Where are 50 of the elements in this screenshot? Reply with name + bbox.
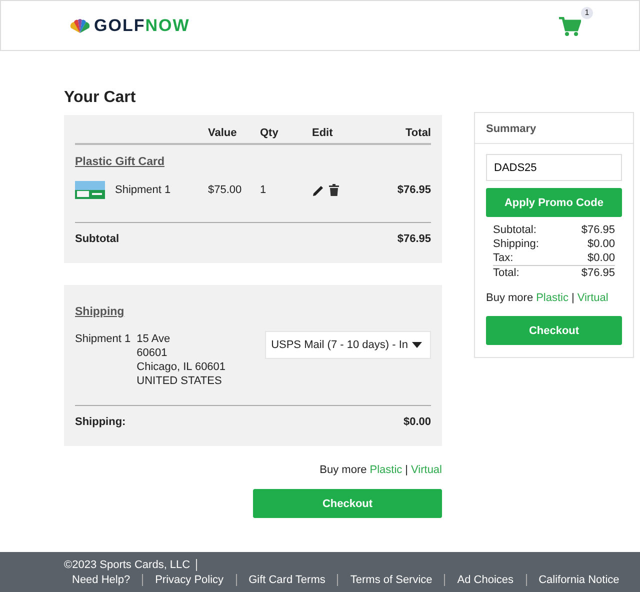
summary-label: Total: [493,266,520,280]
shopping-cart-icon[interactable] [559,17,581,37]
footer-link[interactable]: Terms of Service [338,574,446,586]
promo-code-field[interactable]: DADS25 [486,154,622,181]
address-line: 15 Ave [136,333,172,345]
item-qty: 1 [260,184,268,196]
item-total: $76.95 [396,184,431,196]
summary-label: Tax: [493,251,514,265]
footer-link[interactable]: Need Help? [72,574,144,586]
footer-link[interactable]: Gift Card Terms [236,574,338,586]
address-line: Chicago, IL 60601 [136,361,227,373]
summary-label: Subtotal: [493,223,536,237]
column-header: Total [404,127,431,139]
summary-value: $0.00 [587,251,615,265]
summary-label: Shipping: [493,237,539,251]
product-link[interactable]: Plastic Gift Card [75,156,164,168]
shipping-label: Shipping: [75,416,126,428]
address-line: UNITED STATES [136,375,223,387]
shipping-heading[interactable]: Shipping [75,306,124,318]
shipment-label: Shipment 1 [75,333,131,345]
shipping-method-select[interactable]: USPS Mail (7 - 10 days) - In [265,331,431,359]
caret-icon [412,342,422,348]
trash-icon[interactable] [329,184,339,196]
footer-link[interactable]: Privacy Policy [143,574,237,586]
summary-title: Summary [475,113,633,144]
address-line: 60601 [136,347,168,359]
buy-more-text: Buy more [486,292,534,304]
summary-value: $0.00 [587,237,615,251]
page-title: Your Cart [64,89,137,107]
footer-link[interactable]: California Notice [526,574,632,586]
subtotal-label: Subtotal [75,233,119,245]
summary-value: $76.95 [581,266,615,280]
subtotal-value: $76.95 [397,233,431,245]
peacock-icon [69,18,91,32]
cart-count-badge: 1 [581,7,593,19]
buy-more-text: Buy more [320,464,367,476]
copyright-text: ©2023 Sports Cards, LLC [64,559,198,571]
golfnow-logo[interactable]: GOLFNOW [69,16,190,36]
column-header: Edit [312,127,334,139]
shipping-value: $0.00 [403,416,431,428]
item-name: Shipment 1 [115,184,171,196]
separator: | [405,464,408,476]
item-value: $75.00 [208,184,243,196]
edit-icon[interactable] [313,184,324,196]
column-header: Qty [260,127,280,139]
separator: | [571,292,574,304]
summary-value: $76.95 [581,223,615,237]
footer-link[interactable]: Ad Choices [445,574,527,586]
column-header: Value [208,127,238,139]
gift-card-thumbnail [75,181,105,199]
